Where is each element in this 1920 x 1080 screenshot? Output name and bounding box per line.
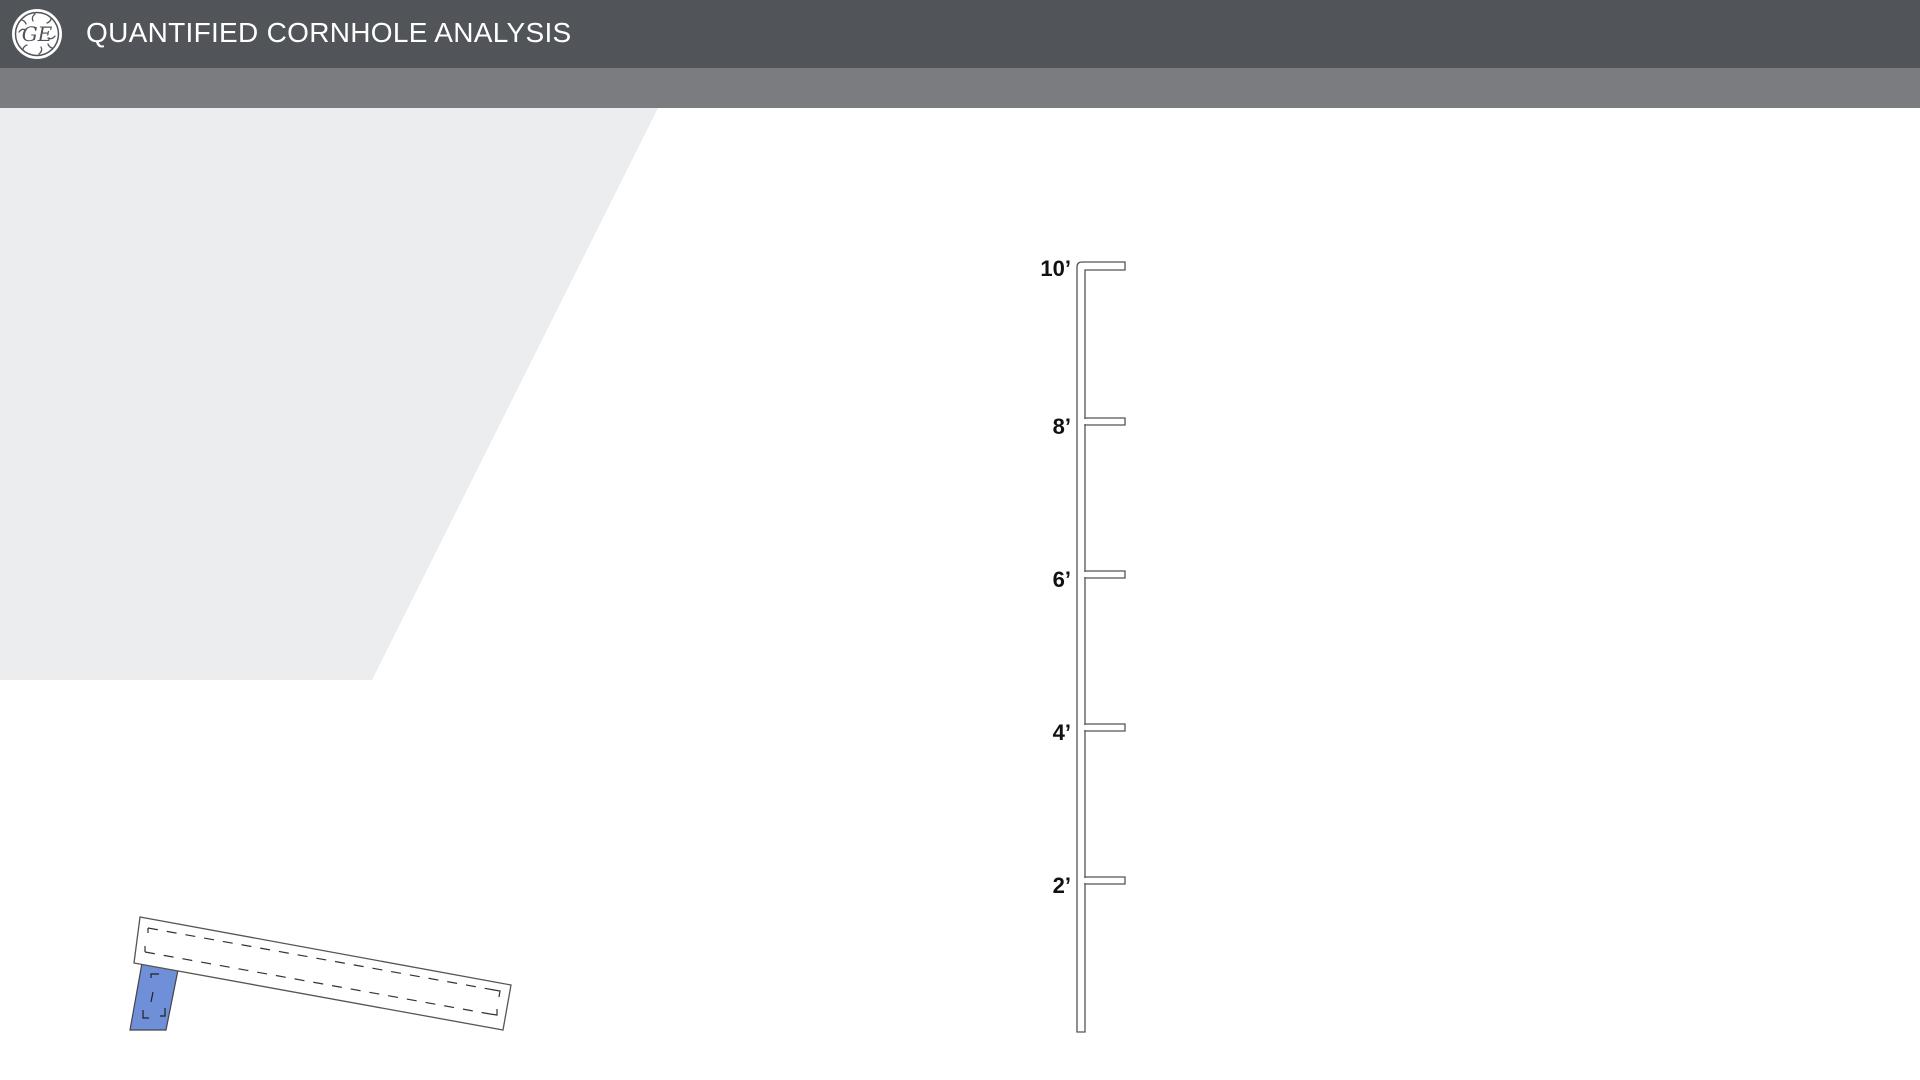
cornhole-board-icon	[129, 916, 512, 1031]
scale-tick-6ft	[1084, 570, 1126, 579]
scale-label-8ft: 8’	[1053, 414, 1071, 439]
board-leg	[129, 962, 179, 1031]
scale-post	[1076, 261, 1126, 1033]
scale-label-10ft: 10’	[1040, 256, 1071, 281]
height-scale: 10’ 8’ 6’ 4’ 2’	[1040, 256, 1126, 1033]
board-top	[133, 916, 512, 1031]
scale-label-2ft: 2’	[1053, 873, 1071, 898]
scale-tick-4ft	[1084, 723, 1126, 732]
scale-label-6ft: 6’	[1053, 567, 1071, 592]
diagram-canvas: 10’ 8’ 6’ 4’ 2’	[0, 108, 1126, 1033]
scale-label-4ft: 4’	[1053, 720, 1071, 745]
scale-tick-2ft	[1084, 876, 1126, 885]
scale-tick-8ft	[1084, 417, 1126, 426]
background-panel	[0, 108, 658, 680]
